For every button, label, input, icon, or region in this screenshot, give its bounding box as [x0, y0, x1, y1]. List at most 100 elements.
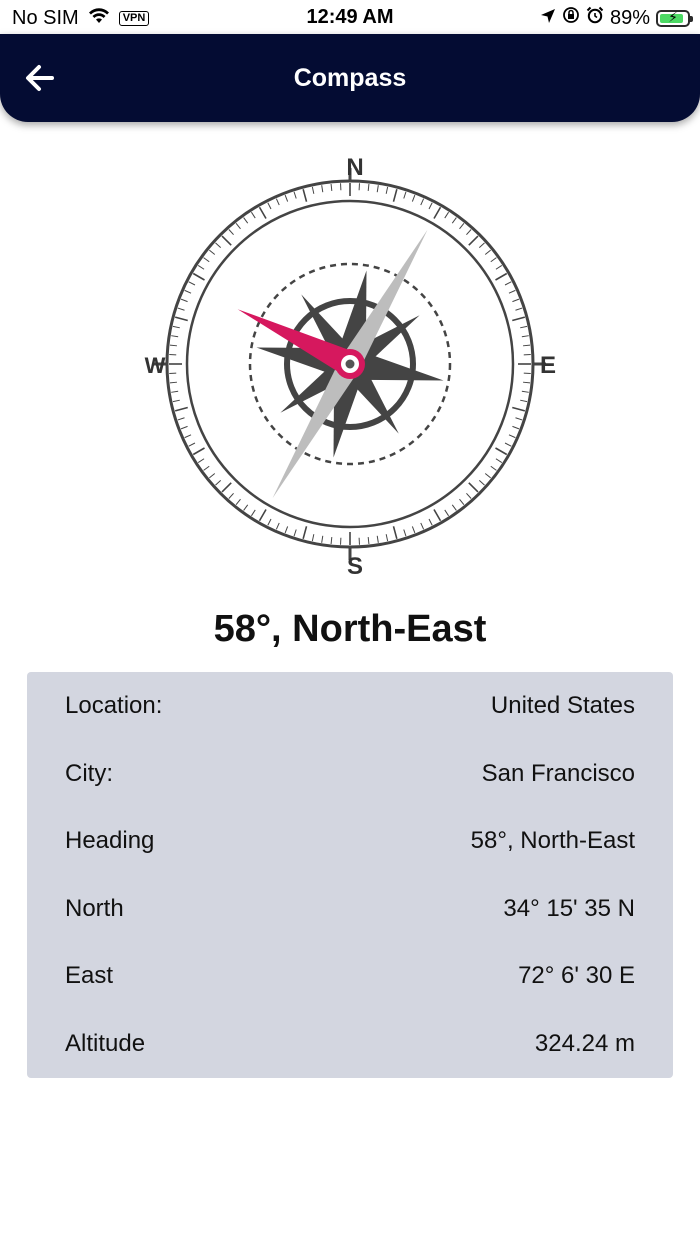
compass-tick	[321, 185, 324, 193]
compass-tick	[172, 399, 180, 403]
needle-hub-center	[345, 359, 355, 369]
compass-tick	[520, 325, 528, 329]
info-row-city: City: San Francisco	[65, 754, 635, 794]
compass-tick	[243, 504, 249, 511]
compass-tick	[451, 504, 457, 511]
compass: N E S W	[140, 150, 560, 580]
compass-tick	[302, 526, 308, 540]
compass-tick	[490, 257, 497, 263]
compass-tick	[209, 249, 216, 255]
compass-tick	[444, 509, 449, 517]
compass-tick	[411, 194, 416, 202]
compass-tick	[330, 183, 333, 192]
compass-tick	[484, 249, 491, 255]
compass-tick	[203, 465, 210, 471]
compass-tick	[495, 265, 503, 270]
compass-tick	[515, 307, 523, 311]
compass-tick	[385, 186, 389, 194]
compass-tick	[459, 498, 465, 505]
compass-tick	[184, 289, 192, 294]
compass-tick	[251, 211, 256, 219]
compass-tick	[228, 229, 234, 236]
compass-tick	[235, 498, 241, 505]
compass-tick	[512, 406, 526, 412]
compass-tick	[284, 526, 289, 534]
compass-tick	[512, 425, 520, 430]
compass-tick	[171, 390, 179, 393]
compass-tick	[520, 399, 528, 403]
compass-tick	[420, 198, 425, 206]
info-row-altitude: Altitude 324.24 m	[65, 1024, 635, 1064]
alarm-icon	[586, 6, 604, 30]
compass-tick	[293, 529, 297, 537]
compass-dial: N E S W	[145, 154, 556, 580]
compass-tick	[275, 522, 280, 530]
compass-tick	[376, 185, 379, 193]
compass-tick	[221, 235, 232, 246]
compass-tick	[468, 235, 479, 246]
compass-tick	[267, 202, 272, 210]
compass-tick	[411, 526, 416, 534]
compass-tick	[177, 417, 185, 421]
compass-tick	[192, 272, 205, 281]
info-card: Location: United States City: San Franci…	[27, 672, 673, 1078]
info-label: City:	[65, 760, 113, 787]
compass-label-east: E	[540, 352, 556, 379]
compass-tick	[188, 281, 196, 286]
compass-tick	[428, 518, 433, 526]
compass-tick	[512, 298, 520, 303]
compass-tick	[522, 381, 531, 384]
compass-tick	[302, 188, 308, 202]
compass-label-south: S	[347, 553, 363, 580]
compass-tick	[197, 458, 205, 463]
compass-tick	[385, 534, 389, 542]
compass-tick	[243, 217, 249, 224]
compass-tick	[521, 390, 529, 393]
info-label: Location:	[65, 692, 163, 719]
status-right: 89% ⚡	[540, 6, 693, 30]
compass-tick	[478, 480, 485, 486]
compass-tick	[403, 191, 407, 199]
compass-tick	[197, 265, 205, 270]
compass-tick	[235, 223, 241, 230]
compass-tick	[321, 535, 324, 543]
compass-tick	[521, 335, 529, 338]
compass-tick	[392, 188, 398, 202]
info-row-east: East 72° 6' 30 E	[65, 956, 635, 996]
orientation-lock-icon	[562, 6, 580, 30]
info-row-heading: Heading 58°, North-East	[65, 821, 635, 861]
compass-tick	[192, 447, 205, 456]
heading-display: 58°, North-East	[213, 608, 487, 650]
compass-tick	[284, 194, 289, 202]
battery-percent: 89%	[609, 6, 650, 29]
info-row-location: Location: United States	[65, 686, 635, 726]
compass-tick	[466, 492, 472, 499]
compass-tick	[451, 217, 457, 224]
compass-tick	[169, 381, 178, 384]
compass-tick	[330, 536, 333, 545]
compass-tick	[420, 522, 425, 530]
compass-tick	[495, 447, 508, 456]
app-header: Compass	[0, 34, 700, 122]
compass-tick	[209, 473, 216, 479]
info-row-north: North 34° 15' 35 N	[65, 889, 635, 929]
compass-label-north: N	[346, 154, 363, 181]
compass-tick	[367, 536, 370, 545]
compass-tick	[403, 529, 407, 537]
compass-tick	[188, 442, 196, 447]
battery-charging-icon: ⚡	[656, 8, 693, 27]
info-label: North	[65, 895, 124, 922]
compass-tick	[215, 480, 222, 486]
compass-tick	[221, 482, 232, 493]
compass-tick	[392, 526, 398, 540]
compass-needle	[237, 229, 428, 499]
compass-tick	[367, 183, 370, 192]
compass-tick	[522, 344, 531, 347]
compass-tick	[433, 206, 442, 219]
compass-tick	[267, 518, 272, 526]
charging-bolt-icon: ⚡	[668, 8, 678, 25]
compass-tick	[171, 335, 179, 338]
info-value: 34° 15' 35 N	[503, 895, 635, 922]
compass-tick	[459, 223, 465, 230]
compass-tick	[444, 211, 449, 219]
